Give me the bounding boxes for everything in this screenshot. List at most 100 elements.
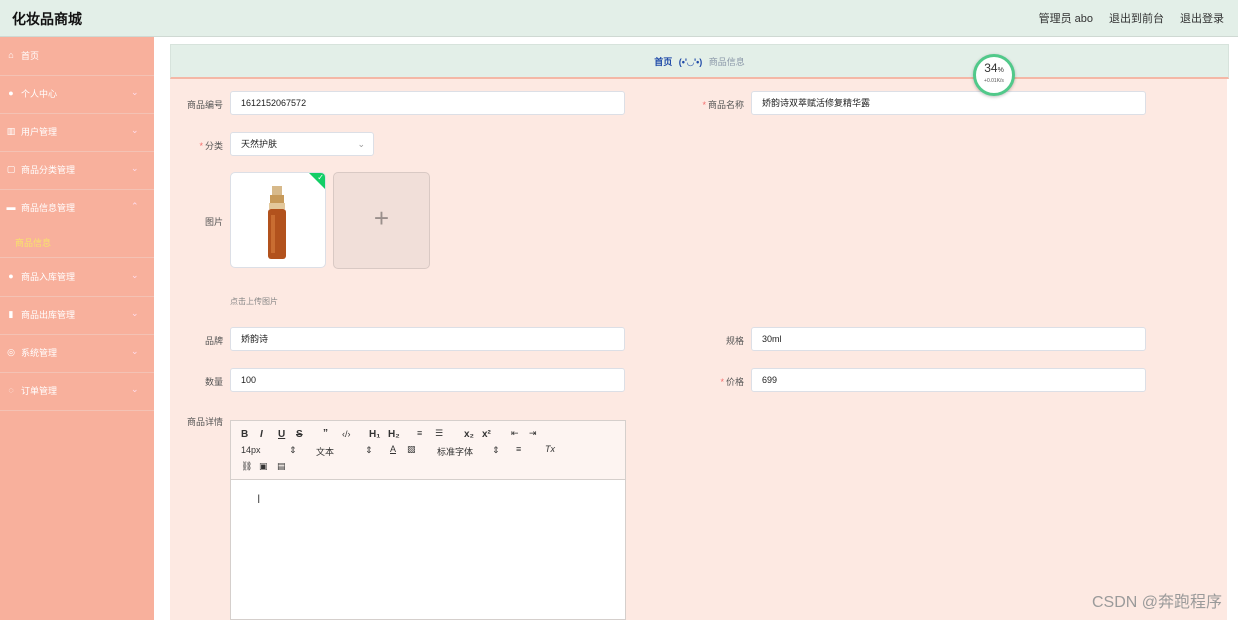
breadcrumb-current: 商品信息	[708, 57, 745, 67]
h1-button[interactable]: H₁	[369, 429, 380, 440]
font-family-select[interactable]: 标准字体	[437, 445, 473, 458]
chevron-down-icon: ⌄	[131, 308, 139, 318]
upload-hint: 点击上传图片	[230, 297, 278, 306]
breadcrumb-emote: (•'◡'•)	[678, 57, 703, 67]
image-icon[interactable]: ▣	[259, 461, 268, 472]
quantity-label: 数量	[204, 377, 223, 387]
chevron-down-icon: ⌄	[131, 163, 139, 173]
chevron-down-icon: ⌄	[357, 139, 365, 149]
sidebar-item-label: 商品分类管理	[21, 165, 76, 175]
sidebar-item-users[interactable]: ▥ 用户管理 ⌄	[0, 113, 154, 152]
updown-icon: ⇕	[289, 445, 297, 455]
category-select-value: 天然护肤	[241, 139, 278, 149]
code-label: 商品编号	[186, 100, 223, 110]
price-label: * 价格	[720, 377, 744, 387]
sidebar-item-profile[interactable]: ● 个人中心 ⌄	[0, 75, 154, 114]
category-label: * 分类	[199, 141, 223, 151]
breadcrumb: 首页 (•'◡'•) 商品信息	[171, 55, 1228, 68]
text-cursor-icon: I	[257, 492, 261, 506]
sidebar-item-system[interactable]: ◎ 系统管理 ⌄	[0, 334, 154, 373]
sidebar-item-product[interactable]: ▬ 商品信息管理 ⌃	[0, 189, 154, 228]
underline-button[interactable]: U	[278, 429, 285, 440]
spec-input[interactable]: 30ml	[751, 327, 1146, 351]
superscript-button[interactable]: x²	[482, 429, 491, 440]
back-to-front-link[interactable]: 退出到前台	[1109, 10, 1164, 26]
upload-add-button[interactable]: +	[333, 172, 430, 269]
ordered-list-icon[interactable]: ≡	[417, 428, 422, 438]
users-icon: ▥	[6, 126, 16, 136]
rich-text-editor: B I U S ” ‹/› H₁ H₂ ≡ ☰ x₂ x² ⇤ ⇥ 14px ⇕…	[230, 420, 626, 620]
chevron-down-icon: ⌄	[131, 87, 139, 97]
background-color-icon[interactable]: ▧	[407, 444, 416, 455]
bold-button[interactable]: B	[241, 429, 248, 440]
product-icon: ▬	[6, 202, 16, 212]
sidebar-item-orders[interactable]: ◌ 订单管理 ⌄	[0, 372, 154, 411]
app-title: 化妆品商城	[12, 11, 82, 27]
sidebar-item-label: 订单管理	[21, 386, 58, 396]
uploaded-image-card[interactable]: ✓	[230, 172, 326, 268]
sidebar-item-home[interactable]: ⌂ 首页	[0, 37, 154, 76]
watermark: CSDN @奔跑程序	[1091, 594, 1222, 611]
image-label: 图片	[204, 217, 223, 227]
sidebar-item-label: 商品入库管理	[21, 272, 76, 282]
sidebar-item-label: 用户管理	[21, 127, 58, 137]
detail-label: 商品详情	[186, 417, 223, 427]
sidebar-item-inbound[interactable]: ● 商品入库管理 ⌄	[0, 258, 154, 297]
video-icon[interactable]: ▤	[277, 461, 286, 472]
brand-input[interactable]: 娇韵诗	[230, 327, 625, 351]
quantity-input[interactable]: 100	[230, 368, 625, 392]
outdent-icon[interactable]: ⇤	[511, 428, 519, 439]
chevron-down-icon: ⌄	[131, 346, 139, 356]
category-select[interactable]: 天然护肤 ⌄	[230, 132, 374, 156]
price-input[interactable]: 699	[751, 368, 1146, 392]
align-icon[interactable]: ≡	[516, 444, 521, 454]
chevron-up-icon: ⌃	[131, 201, 139, 211]
top-nav: 管理员 abo 退出到前台 退出登录	[1039, 10, 1224, 26]
brand-label: 品牌	[204, 336, 223, 346]
code-block-button[interactable]: ‹/›	[342, 429, 351, 439]
category-icon: ▢	[6, 164, 16, 174]
blockquote-button[interactable]: ”	[323, 428, 328, 439]
h2-button[interactable]: H₂	[388, 429, 400, 440]
font-size-select[interactable]: 14px	[241, 445, 261, 455]
editor-toolbar: B I U S ” ‹/› H₁ H₂ ≡ ☰ x₂ x² ⇤ ⇥ 14px ⇕…	[231, 421, 625, 480]
sidebar-subitem-label: 商品信息	[15, 238, 52, 248]
sidebar-item-label: 首页	[21, 51, 40, 61]
sidebar-item-label: 系统管理	[21, 348, 58, 358]
strike-button[interactable]: S	[296, 429, 303, 440]
link-icon[interactable]: ⛓	[241, 461, 252, 472]
sidebar-item-label: 个人中心	[21, 89, 58, 99]
italic-button[interactable]: I	[260, 429, 263, 440]
sidebar-item-outbound[interactable]: ▮ 商品出库管理 ⌄	[0, 296, 154, 335]
updown-icon: ⇕	[365, 445, 373, 455]
network-speed-widget: 34% +0.01K/s	[973, 54, 1015, 96]
code-input[interactable]: 1612152067572	[230, 91, 625, 115]
subscript-button[interactable]: x₂	[464, 429, 474, 440]
speed-percent: 34%	[984, 61, 1004, 75]
check-icon: ✓	[317, 173, 324, 182]
indent-icon[interactable]: ⇥	[529, 428, 537, 439]
home-icon: ⌂	[8, 50, 14, 60]
name-label: * 商品名称	[702, 100, 744, 110]
chevron-down-icon: ⌄	[131, 384, 139, 394]
sidebar-subitem-product-info[interactable]: 商品信息	[0, 227, 154, 258]
clear-format-icon[interactable]: Tx	[545, 444, 555, 454]
sidebar-item-label: 商品出库管理	[21, 310, 76, 320]
order-icon: ◌	[8, 385, 14, 395]
breadcrumb-home[interactable]: 首页	[654, 57, 672, 67]
block-type-select[interactable]: 文本	[316, 445, 334, 458]
sidebar-item-category[interactable]: ▢ 商品分类管理 ⌄	[0, 151, 154, 190]
font-color-icon[interactable]: A	[390, 444, 396, 454]
plus-icon: +	[373, 203, 390, 233]
chevron-down-icon: ⌄	[131, 270, 139, 280]
bullet-list-icon[interactable]: ☰	[435, 428, 443, 439]
sidebar-item-label: 商品信息管理	[21, 203, 76, 213]
top-header: 化妆品商城 管理员 abo 退出到前台 退出登录	[0, 0, 1238, 37]
name-input[interactable]: 娇韵诗双萃赋活修复精华露	[751, 91, 1146, 115]
speed-rate: +0.01K/s	[984, 78, 1004, 84]
admin-label: 管理员 abo	[1038, 13, 1093, 25]
inbound-icon: ●	[8, 271, 14, 281]
breadcrumb-bar: 首页 (•'◡'•) 商品信息	[170, 44, 1229, 79]
bar-chart-icon: ▮	[8, 309, 14, 319]
logout-link[interactable]: 退出登录	[1180, 10, 1224, 26]
